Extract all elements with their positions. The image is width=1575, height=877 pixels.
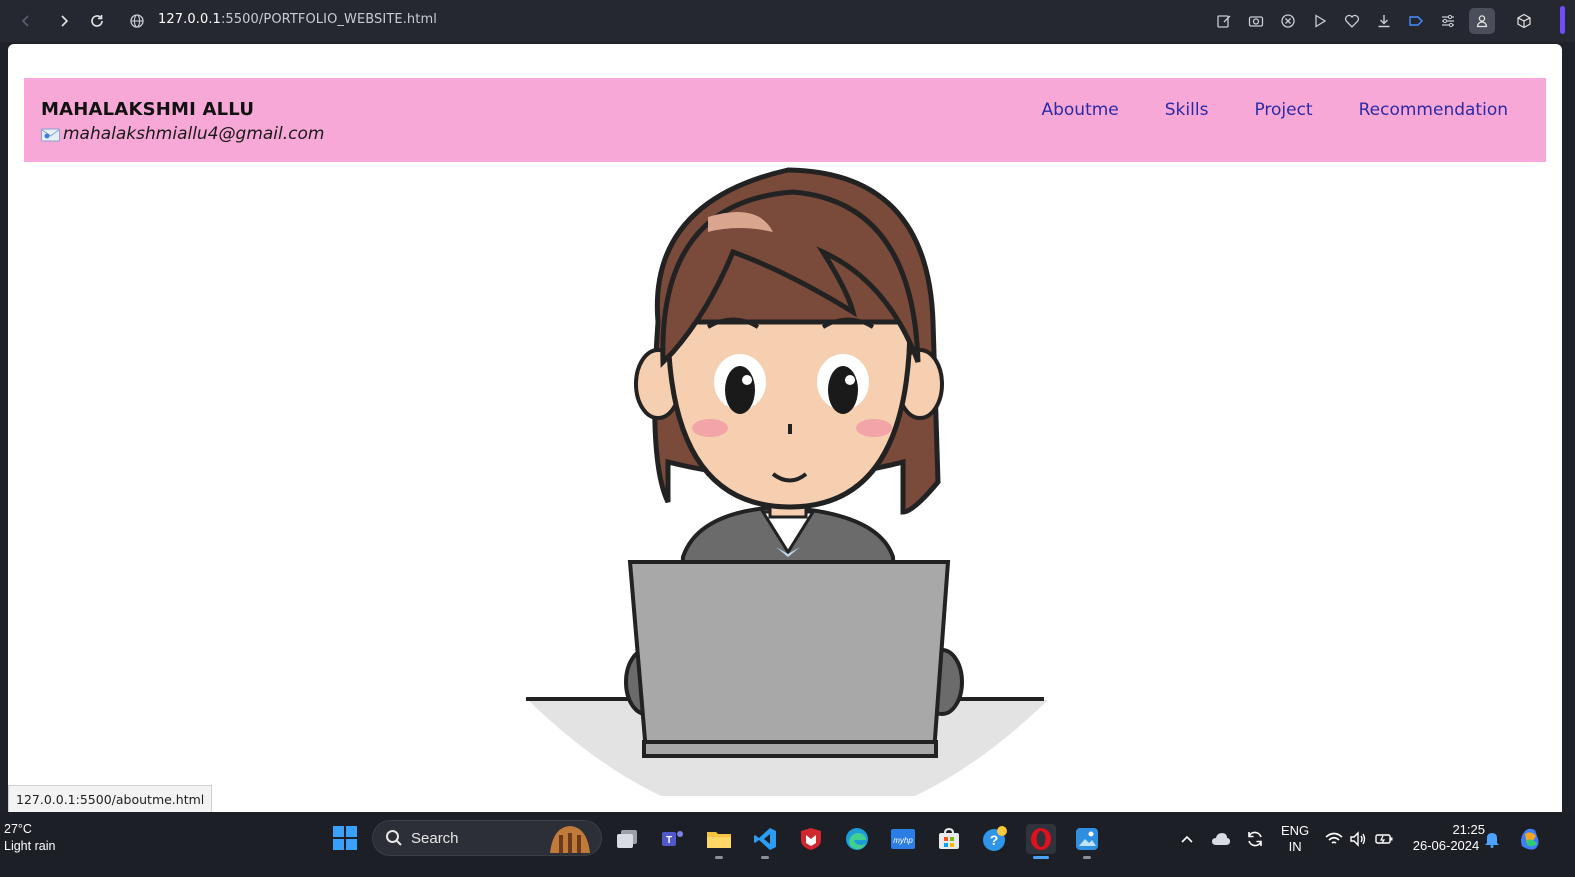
easy-setup-icon[interactable]: [1437, 9, 1459, 33]
store-icon[interactable]: [934, 824, 964, 854]
photos-icon[interactable]: [1072, 824, 1102, 854]
site-name: MAHALAKSHMI ALLU: [41, 99, 255, 120]
cube-icon[interactable]: [1513, 9, 1535, 33]
browser-toolbar: 127.0.0.1:5500/PORTFOLIO_WEBSITE.html: [0, 0, 1575, 42]
right-eye: [828, 366, 858, 414]
address-bar[interactable]: 127.0.0.1:5500/PORTFOLIO_WEBSITE.html: [158, 12, 437, 27]
laptop-base: [642, 740, 938, 758]
right-cheek: [856, 419, 892, 437]
search-highlight-icon: [550, 826, 590, 853]
hero-illustration: [526, 167, 1048, 796]
profile-button[interactable]: [1469, 8, 1495, 34]
windows-icon: [333, 826, 357, 850]
opera-active-indicator: [1033, 856, 1049, 859]
envelope-icon: [41, 127, 61, 142]
site-nav: Aboutme Skills Project Recommendation: [1041, 100, 1508, 120]
taskbar-search[interactable]: Search: [372, 820, 602, 856]
heart-icon[interactable]: [1341, 9, 1363, 33]
reload-icon: [91, 15, 103, 27]
battery-icon[interactable]: [1370, 824, 1398, 854]
onedrive-icon[interactable]: [1207, 824, 1235, 854]
email-text: mahalakshmiallu4@gmail.com: [63, 124, 325, 144]
start-button[interactable]: [333, 826, 357, 855]
forward-button[interactable]: [51, 8, 77, 34]
teams-icon[interactable]: T: [658, 824, 688, 854]
nav-link-skills[interactable]: Skills: [1165, 100, 1209, 120]
link-hover-status: 127.0.0.1:5500/aboutme.html: [8, 785, 213, 812]
copilot-icon[interactable]: [1515, 824, 1545, 854]
download-icon[interactable]: [1373, 9, 1395, 33]
svg-text:?: ?: [990, 832, 999, 848]
file-explorer-running-indicator: [715, 856, 723, 859]
notification-bell-icon[interactable]: [1478, 824, 1506, 854]
url-path: :5500/PORTFOLIO_WEBSITE.html: [220, 12, 437, 27]
site-email: mahalakshmiallu4@gmail.com: [41, 124, 324, 144]
clock[interactable]: 21:25 26-06-2024: [1407, 822, 1485, 854]
vscode-running-indicator: [761, 856, 769, 859]
weather-widget[interactable]: 27°C Light rain: [4, 821, 55, 855]
help-icon[interactable]: ?: [980, 824, 1010, 854]
back-arrow-icon: [21, 15, 29, 27]
svg-text:T: T: [666, 835, 672, 846]
sidebar-accent: [1560, 6, 1565, 34]
nav-link-project[interactable]: Project: [1254, 100, 1312, 120]
mcafee-icon[interactable]: [796, 824, 826, 854]
edge-icon[interactable]: [842, 824, 872, 854]
vscode-icon[interactable]: [750, 824, 780, 854]
clock-date: 26-06-2024: [1412, 838, 1480, 853]
taskbar: 27°C Light rain Search T myhp ? ENG IN 2…: [0, 812, 1575, 877]
sync-icon[interactable]: [1241, 824, 1269, 854]
language-code: ENG: [1281, 823, 1310, 838]
opera-icon[interactable]: [1026, 824, 1056, 854]
clock-time: 21:25: [1452, 822, 1485, 837]
left-eye: [725, 366, 755, 414]
search-icon: [386, 830, 402, 846]
camera-icon[interactable]: [1245, 9, 1267, 33]
right-eye-glint: [845, 375, 855, 385]
reload-button[interactable]: [84, 8, 110, 34]
browser-tools: [1213, 8, 1535, 34]
nav-link-aboutme[interactable]: Aboutme: [1041, 100, 1118, 120]
globe-icon: [130, 14, 144, 28]
weather-temp: 27°C: [4, 822, 32, 836]
left-cheek: [692, 419, 728, 437]
forward-arrow-icon: [61, 15, 69, 27]
page-viewport: MAHALAKSHMI ALLU mahalakshmiallu4@gmail.…: [8, 44, 1562, 812]
back-button[interactable]: [13, 8, 39, 34]
site-header: MAHALAKSHMI ALLU mahalakshmiallu4@gmail.…: [24, 78, 1546, 162]
laptop-screen: [627, 560, 951, 754]
user-icon: [1476, 15, 1488, 28]
file-explorer-icon[interactable]: [704, 824, 734, 854]
site-info-icon[interactable]: [124, 8, 150, 34]
url-host: 127.0.0.1: [158, 12, 221, 27]
nav-link-recommendation[interactable]: Recommendation: [1359, 100, 1508, 120]
adblock-icon[interactable]: [1277, 9, 1299, 33]
battery-saver-icon[interactable]: [1405, 9, 1427, 33]
language-indicator[interactable]: ENG IN: [1281, 823, 1309, 855]
chevron-up-icon[interactable]: [1173, 824, 1201, 854]
edit-icon[interactable]: [1213, 9, 1235, 33]
photos-running-indicator: [1083, 856, 1091, 859]
region-code: IN: [1288, 839, 1302, 854]
volume-icon[interactable]: [1344, 824, 1372, 854]
play-icon[interactable]: [1309, 9, 1331, 33]
weather-desc: Light rain: [4, 839, 56, 853]
left-eye-glint: [742, 375, 752, 385]
task-view-icon[interactable]: [612, 824, 642, 854]
svg-text:myhp: myhp: [893, 836, 913, 845]
myhp-icon[interactable]: myhp: [888, 824, 918, 854]
search-label: Search: [411, 829, 459, 847]
